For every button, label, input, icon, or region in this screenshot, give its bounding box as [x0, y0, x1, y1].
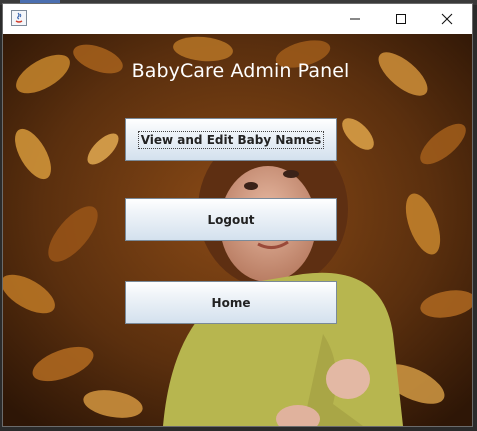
admin-panel: BabyCare Admin Panel View and Edit Baby …	[3, 34, 472, 426]
home-button[interactable]: Home	[125, 281, 337, 324]
minimize-button[interactable]	[332, 4, 378, 34]
java-app-icon	[11, 10, 27, 26]
logout-button[interactable]: Logout	[125, 198, 337, 241]
close-icon	[441, 13, 453, 25]
maximize-icon	[396, 14, 406, 24]
page-title: BabyCare Admin Panel	[131, 60, 350, 82]
view-edit-baby-names-button[interactable]: View and Edit Baby Names	[125, 118, 337, 161]
home-label: Home	[211, 295, 251, 310]
view-edit-baby-names-label: View and Edit Baby Names	[137, 130, 325, 149]
logout-label: Logout	[207, 212, 255, 227]
minimize-icon	[350, 18, 360, 20]
app-window: BabyCare Admin Panel View and Edit Baby …	[2, 3, 473, 427]
maximize-button[interactable]	[378, 4, 424, 34]
title-bar[interactable]	[3, 4, 472, 34]
close-button[interactable]	[424, 4, 470, 34]
